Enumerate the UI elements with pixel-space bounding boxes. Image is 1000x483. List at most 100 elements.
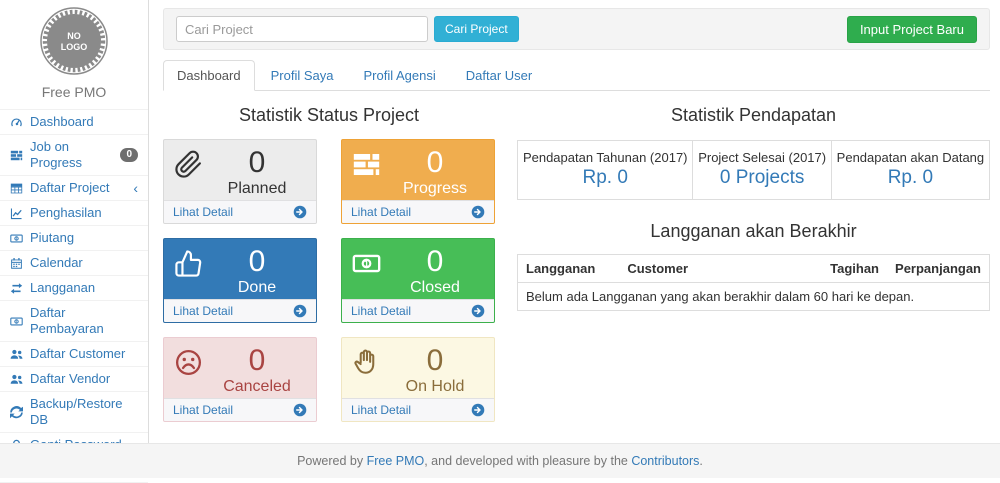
income-section-title: Statistik Pendapatan: [517, 105, 990, 126]
sidebar-item-label: Piutang: [30, 230, 74, 246]
card-count: 0: [386, 246, 484, 278]
new-project-button[interactable]: Input Project Baru: [847, 16, 977, 43]
arrow-circle-right-icon[interactable]: [293, 304, 307, 318]
hand-paper-icon: [352, 345, 386, 393]
empty-message: Belum ada Langganan yang akan berakhir d…: [518, 283, 990, 311]
page-footer: Powered by Free PMO, and developed with …: [0, 443, 1000, 478]
no-logo-badge: NO LOGO: [0, 4, 148, 79]
status-card-closed: 1 0 Closed Lihat Detail: [341, 238, 495, 323]
svg-text:LOGO: LOGO: [61, 42, 88, 52]
sidebar-menu: Dashboard Job on Progress 0 Daftar Proje…: [0, 109, 148, 483]
lihat-detail-link[interactable]: Lihat Detail: [173, 205, 233, 219]
search-button[interactable]: Cari Project: [434, 16, 519, 42]
status-card-done: 0 Done Lihat Detail: [163, 238, 317, 323]
sidebar-item-daftar-customer[interactable]: Daftar Customer: [0, 342, 148, 367]
sidebar-item-daftar-pembayaran[interactable]: 1 Daftar Pembayaran: [0, 301, 148, 342]
income-col-header: Pendapatan akan Datang: [831, 141, 989, 167]
table-row: Belum ada Langganan yang akan berakhir d…: [518, 283, 990, 311]
card-label: On Hold: [386, 379, 484, 396]
svg-text:1: 1: [15, 236, 17, 240]
lihat-detail-link[interactable]: Lihat Detail: [351, 403, 411, 417]
card-label: Progress: [386, 181, 484, 198]
sidebar-item-label: Langganan: [30, 280, 95, 296]
card-label: Canceled: [208, 379, 306, 396]
card-label: Closed: [386, 280, 484, 297]
status-card-canceled: 0 Canceled Lihat Detail: [163, 337, 317, 422]
free-pmo-link[interactable]: Free PMO: [367, 454, 425, 468]
sidebar-item-dashboard[interactable]: Dashboard: [0, 110, 148, 135]
sidebar-item-calendar[interactable]: Calendar: [0, 251, 148, 276]
chevron-left-icon: ‹: [133, 182, 138, 194]
sidebar-item-job-on-progress[interactable]: Job on Progress 0: [0, 135, 148, 176]
sidebar-item-daftar-project[interactable]: Daftar Project ‹: [0, 176, 148, 201]
svg-text:1: 1: [364, 259, 369, 269]
money-icon: 1: [352, 246, 386, 294]
table-icon: [10, 182, 23, 195]
sidebar: NO LOGO Free PMO Dashboard Job on Progre…: [0, 0, 149, 443]
sidebar-item-backup-restore-db[interactable]: Backup/Restore DB: [0, 392, 148, 433]
arrow-circle-right-icon[interactable]: [471, 403, 485, 417]
frown-icon: [174, 345, 208, 393]
tachometer-icon: [10, 116, 23, 129]
subs-col-header: Perpanjangan: [887, 255, 990, 283]
project-search-bar: Cari Project Input Project Baru: [163, 8, 990, 50]
status-card-planned: 0 Planned Lihat Detail: [163, 139, 317, 224]
tab-dashboard[interactable]: Dashboard: [163, 60, 255, 91]
money-icon: 1: [10, 232, 23, 245]
income-col-header: Pendapatan Tahunan (2017): [518, 141, 693, 167]
arrow-circle-right-icon[interactable]: [293, 205, 307, 219]
status-section: Statistik Status Project 0 Planned Lihat…: [163, 93, 495, 422]
subscription-section-title: Langganan akan Berakhir: [517, 221, 990, 242]
subs-col-header: Langganan: [518, 255, 620, 283]
tasks-icon: [10, 149, 23, 162]
income-section: Statistik Pendapatan Pendapatan Tahunan …: [517, 93, 990, 422]
count-badge: 0: [120, 148, 138, 162]
page: NO LOGO Free PMO Dashboard Job on Progre…: [0, 0, 1000, 443]
footer-text: Powered by: [297, 454, 366, 468]
tab-profil-agensi[interactable]: Profil Agensi: [349, 60, 449, 91]
sidebar-item-label: Daftar Vendor: [30, 371, 110, 387]
search-input[interactable]: [176, 16, 428, 42]
thumbs-up-icon: [174, 246, 208, 294]
status-card-on-hold: 0 On Hold Lihat Detail: [341, 337, 495, 422]
sidebar-item-langganan[interactable]: Langganan: [0, 276, 148, 301]
lihat-detail-link[interactable]: Lihat Detail: [173, 403, 233, 417]
svg-text:NO: NO: [67, 31, 81, 41]
status-section-title: Statistik Status Project: [163, 105, 495, 126]
contributors-link[interactable]: Contributors: [631, 454, 699, 468]
line-chart-icon: [10, 207, 23, 220]
income-value-link[interactable]: 0 Projects: [720, 167, 804, 188]
subs-col-header: Tagihan: [821, 255, 887, 283]
paperclip-icon: [174, 147, 208, 195]
tab-daftar-user[interactable]: Daftar User: [452, 60, 546, 91]
arrow-circle-right-icon[interactable]: [471, 304, 485, 318]
lihat-detail-link[interactable]: Lihat Detail: [173, 304, 233, 318]
card-count: 0: [386, 147, 484, 179]
sidebar-item-penghasilan[interactable]: Penghasilan: [0, 201, 148, 226]
tab-profil-saya[interactable]: Profil Saya: [257, 60, 348, 91]
income-value-link[interactable]: Rp. 0: [583, 167, 628, 188]
lihat-detail-link[interactable]: Lihat Detail: [351, 304, 411, 318]
arrow-circle-right-icon[interactable]: [293, 403, 307, 417]
income-col-header: Project Selesai (2017): [693, 141, 831, 167]
refresh-icon: [10, 406, 23, 419]
money-icon: 1: [10, 315, 23, 328]
income-table: Pendapatan Tahunan (2017) Project Selesa…: [517, 140, 990, 200]
sidebar-item-label: Backup/Restore DB: [30, 396, 138, 428]
card-count: 0: [386, 345, 484, 377]
svg-text:1: 1: [15, 319, 17, 323]
status-card-progress: 0 Progress Lihat Detail: [341, 139, 495, 224]
sidebar-item-piutang[interactable]: 1 Piutang: [0, 226, 148, 251]
subs-col-header: Customer: [619, 255, 821, 283]
sidebar-item-label: Calendar: [30, 255, 83, 271]
tasks-icon: [352, 147, 386, 195]
income-value-link[interactable]: Rp. 0: [888, 167, 933, 188]
card-label: Planned: [208, 181, 306, 198]
sidebar-item-label: Penghasilan: [30, 205, 102, 221]
arrow-circle-right-icon[interactable]: [471, 205, 485, 219]
no-logo-seal-icon: NO LOGO: [39, 6, 109, 76]
lihat-detail-link[interactable]: Lihat Detail: [351, 205, 411, 219]
brand-name: Free PMO: [0, 84, 148, 100]
sidebar-item-daftar-vendor[interactable]: Daftar Vendor: [0, 367, 148, 392]
calendar-icon: [10, 257, 23, 270]
